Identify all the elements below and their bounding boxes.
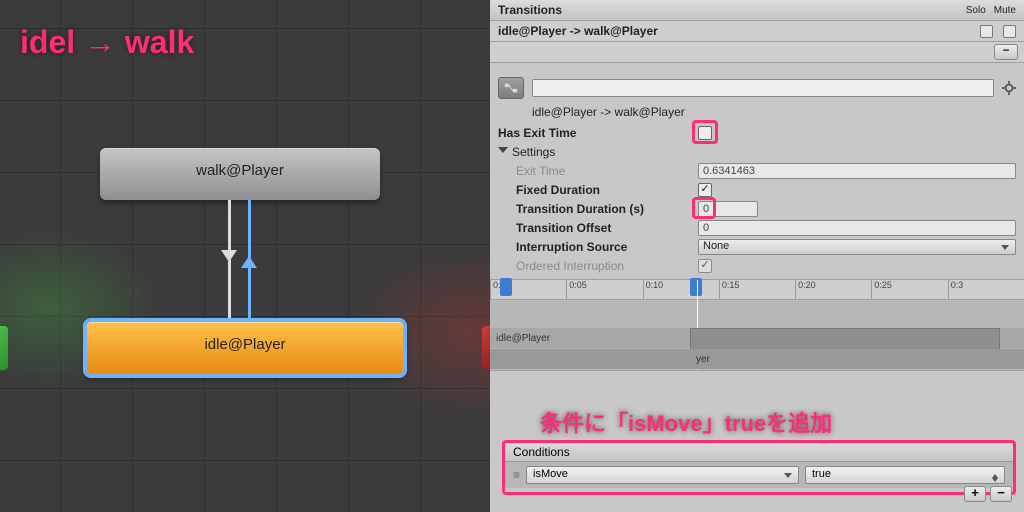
tick: 0:25: [871, 280, 947, 299]
solo-checkbox[interactable]: [980, 25, 993, 38]
settings-label-text: Settings: [512, 145, 555, 159]
condition-row: ≡ isMove true: [505, 462, 1013, 488]
interruption-source-label: Interruption Source: [498, 240, 698, 254]
transition-icon: [498, 77, 524, 99]
tick: 0:20: [795, 280, 871, 299]
remove-transition-button[interactable]: −: [994, 44, 1018, 60]
prop-transition-offset: Transition Offset 0: [490, 218, 1024, 237]
settings-label: Settings: [498, 145, 698, 159]
interruption-source-select[interactable]: None: [698, 239, 1016, 255]
transition-list-item-label: idle@Player -> walk@Player: [498, 24, 970, 38]
exit-time-label: Exit Time: [498, 164, 698, 178]
ordered-interruption-checkbox[interactable]: [698, 259, 712, 273]
condition-value-select[interactable]: true: [805, 466, 1005, 484]
transition-icon-row: [490, 73, 1024, 103]
transition-duration-field[interactable]: 0: [698, 201, 758, 217]
annotation-title: idel → walk: [20, 24, 194, 61]
prop-fixed-duration: Fixed Duration: [490, 180, 1024, 199]
timeline-clip-src-label: idle@Player: [496, 333, 550, 344]
remove-condition-button[interactable]: −: [990, 486, 1012, 502]
transitions-header: Transitions Solo Mute: [490, 0, 1024, 21]
transition-timeline[interactable]: 0:00 0:05 0:10 0:15 0:20 0:25 0:3 idle@P…: [490, 279, 1024, 371]
prop-has-exit-time: Has Exit Time: [490, 123, 1024, 142]
arrow-down-icon: [221, 250, 237, 270]
mute-checkbox[interactable]: [1003, 25, 1016, 38]
range-out-handle[interactable]: [690, 278, 702, 296]
condition-param-select[interactable]: isMove: [526, 466, 799, 484]
prop-interruption-source: Interruption Source None: [490, 237, 1024, 256]
timeline-clip-dst-label-row: yer: [490, 349, 1024, 369]
tick: 0:3: [948, 280, 1024, 299]
conditions-buttons: + −: [964, 486, 1012, 502]
node-walk[interactable]: walk@Player: [100, 148, 380, 200]
conditions-header: Conditions: [505, 443, 1013, 462]
prop-ordered-interruption: Ordered Interruption: [490, 256, 1024, 275]
timeline-ruler[interactable]: 0:00 0:05 0:10 0:15 0:20 0:25 0:3: [490, 280, 1024, 300]
prop-exit-time: Exit Time 0.6341463: [490, 161, 1024, 180]
timeline-clip-dst-label: yer: [696, 354, 710, 365]
transition-duration-label: Transition Duration (s): [498, 202, 698, 216]
ordered-interruption-label: Ordered Interruption: [498, 259, 698, 273]
foldout-icon: [498, 147, 508, 158]
animator-graph[interactable]: idel → walk walk@Player idle@Player: [0, 0, 490, 512]
settings-foldout[interactable]: Settings: [490, 142, 1024, 161]
arrow-up-icon: [241, 248, 257, 268]
drag-handle-icon[interactable]: ≡: [513, 468, 520, 482]
transition-offset-label: Transition Offset: [498, 221, 698, 235]
fixed-duration-label: Fixed Duration: [498, 183, 698, 197]
fixed-duration-checkbox[interactable]: [698, 183, 712, 197]
entry-node-edge: [0, 326, 8, 370]
mute-label: Mute: [994, 5, 1016, 16]
tick: 0:10: [643, 280, 719, 299]
spacer: [490, 63, 1024, 73]
has-exit-time-label: Has Exit Time: [498, 126, 698, 140]
conditions-box: Conditions ≡ isMove true: [502, 440, 1016, 495]
transition-offset-field[interactable]: 0: [698, 220, 1016, 236]
tick: 0:05: [566, 280, 642, 299]
range-in-handle[interactable]: [500, 278, 512, 296]
exit-time-field[interactable]: 0.6341463: [698, 163, 1016, 179]
tick: 0:15: [719, 280, 795, 299]
node-idle[interactable]: idle@Player: [85, 320, 405, 376]
prop-transition-duration: Transition Duration (s) 0: [490, 199, 1024, 218]
annotation-conditions: 条件に「isMove」trueを追加: [540, 406, 832, 438]
remove-transition-row: −: [490, 42, 1024, 63]
has-exit-time-checkbox[interactable]: [698, 126, 712, 140]
transitions-title: Transitions: [498, 3, 966, 17]
solo-label: Solo: [966, 5, 986, 16]
transition-subname: idle@Player -> walk@Player: [490, 103, 1024, 123]
node-idle-label: idle@Player: [204, 336, 285, 353]
gear-icon[interactable]: [1002, 81, 1016, 95]
transition-name-field[interactable]: [532, 79, 994, 97]
transition-list-item[interactable]: idle@Player -> walk@Player: [490, 21, 1024, 42]
exit-node-edge: [482, 326, 490, 370]
node-walk-label: walk@Player: [196, 162, 284, 179]
add-condition-button[interactable]: +: [964, 486, 986, 502]
